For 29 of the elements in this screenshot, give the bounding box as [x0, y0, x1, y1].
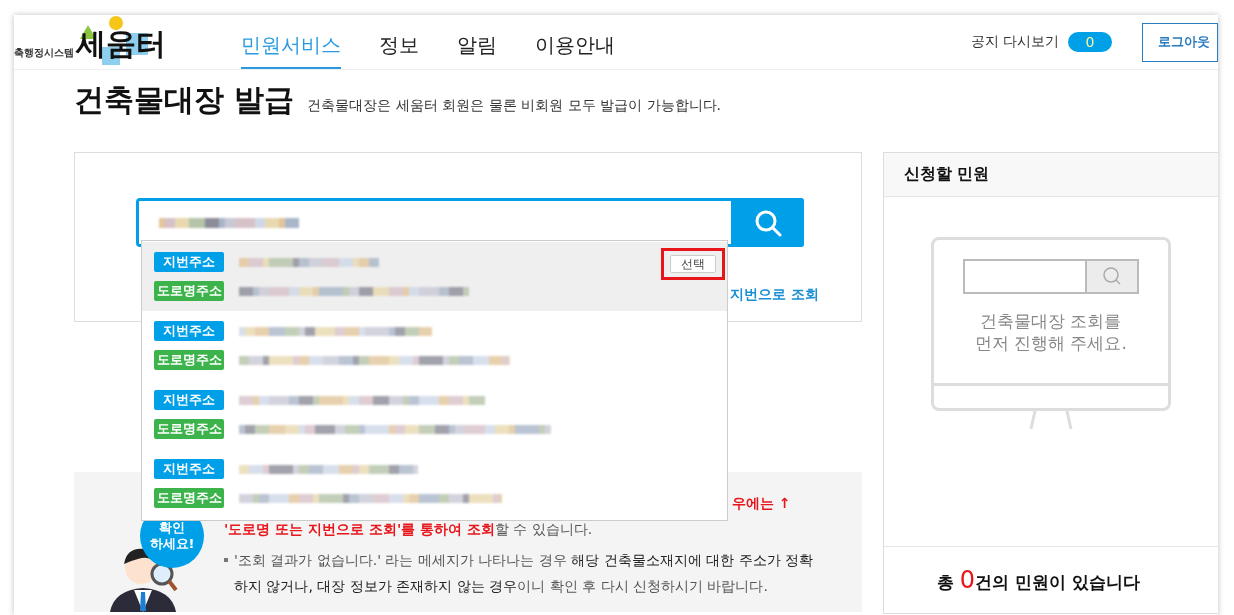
logo-caption: 축행정시스템 [14, 46, 74, 60]
road-address-badge: 도로명주소 [154, 281, 224, 301]
logout-button[interactable]: 로그아웃 [1142, 22, 1218, 62]
search-by-lot-link[interactable]: 지번으로 조회 [730, 286, 819, 304]
notice-label[interactable]: 공지 다시보기 [970, 33, 1059, 51]
lot-address-badge: 지번주소 [154, 390, 224, 410]
nav-tab[interactable]: 알림 [457, 15, 497, 69]
notice-text: '조회 결과가 없습니다.' 라는 메세지가 나타나는 경우 해당 건축물소재지에 대한 주소가 정확하지 않거나, 대장 정보가 존재하지 않는 경우이니 확인 후 다시 신청하시기 바랍니다. [234, 550, 815, 596]
notice-text: '도로명 또는 지번으로 조회'를 통하여 조회할 수 있습니다. [224, 520, 594, 540]
select-button[interactable]: 선택 [670, 255, 716, 273]
notice-text: 우에는 ↑ [732, 494, 791, 513]
road-address-badge: 도로명주소 [154, 488, 224, 508]
lot-address-badge: 지번주소 [154, 321, 224, 341]
empty-message: 건축물대장 조회를 먼저 진행해 주세요. [973, 310, 1128, 356]
road-address-badge: 도로명주소 [154, 419, 224, 439]
page-subtitle: 건축물대장은 세움터 회원은 물론 비회원 모두 발급이 가능합니다. [307, 97, 722, 115]
bullet-icon [224, 557, 228, 562]
logo-text[interactable]: 세움터 [76, 29, 166, 59]
road-address-badge: 도로명주소 [154, 350, 224, 370]
lot-address-badge: 지번주소 [154, 252, 224, 272]
suggestion-row[interactable]: 지번주소 도로명주소 선택 [142, 242, 727, 311]
request-total: 총 0건의 민원이 있습니다 [936, 566, 1140, 594]
search-button[interactable] [731, 198, 804, 247]
panel-title: 신청할 민원 [883, 153, 1218, 197]
page-title: 건축물대장 발급 [74, 81, 295, 119]
nav-tab[interactable]: 이용안내 [535, 15, 615, 69]
search-icon [753, 208, 782, 237]
lot-address-badge: 지번주소 [154, 459, 224, 479]
nav-tab[interactable]: 정보 [379, 15, 419, 69]
